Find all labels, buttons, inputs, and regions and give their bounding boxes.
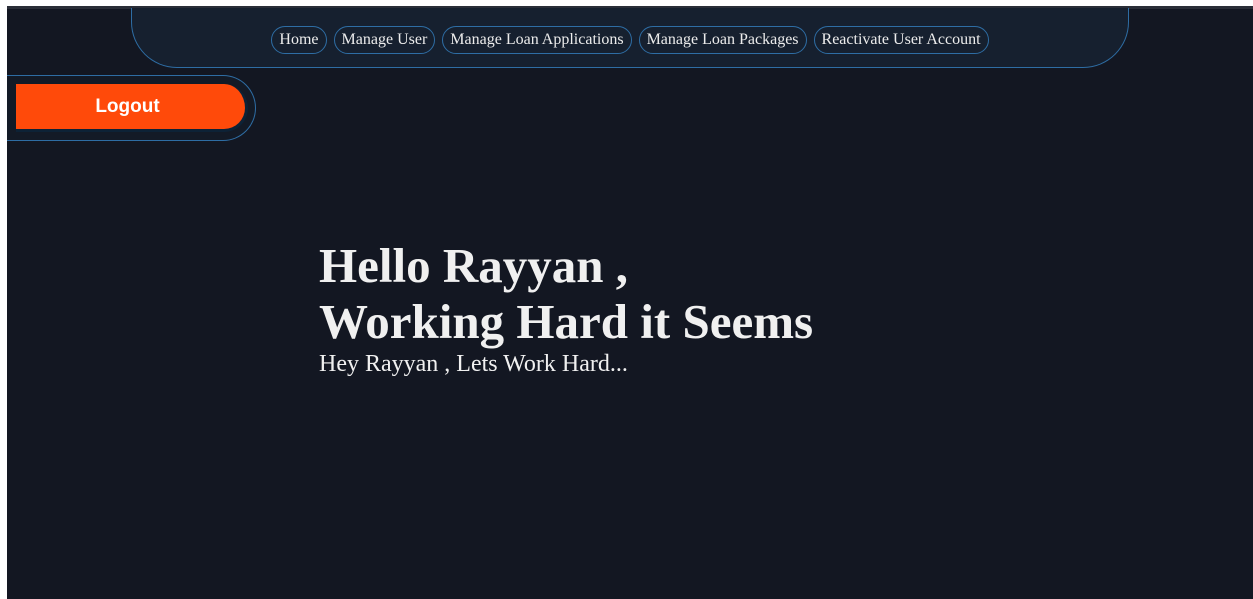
welcome-section: Hello Rayyan , Working Hard it Seems Hey… [319,238,813,378]
welcome-heading-line-2: Working Hard it Seems [319,294,814,349]
logout-button[interactable]: Logout [16,84,248,132]
welcome-subtitle: Hey Rayyan , Lets Work Hard... [319,351,628,377]
nav-link-home[interactable]: Home [271,25,327,54]
logout-container: Logout [7,75,256,141]
nav-link-manage-loan-packages[interactable]: Manage Loan Packages [638,25,807,54]
top-navbar: Home Manage User Manage Loan Application… [131,8,1129,68]
nav-link-manage-loan-applications[interactable]: Manage Loan Applications [442,25,632,54]
nav-link-reactivate-user-account[interactable]: Reactivate User Account [813,25,989,54]
nav-link-manage-user[interactable]: Manage User [333,25,436,54]
welcome-heading-line-1: Hello Rayyan , [319,238,628,293]
app-screen: Home Manage User Manage Loan Application… [7,6,1253,599]
welcome-heading: Hello Rayyan , Working Hard it Seems [319,238,813,350]
